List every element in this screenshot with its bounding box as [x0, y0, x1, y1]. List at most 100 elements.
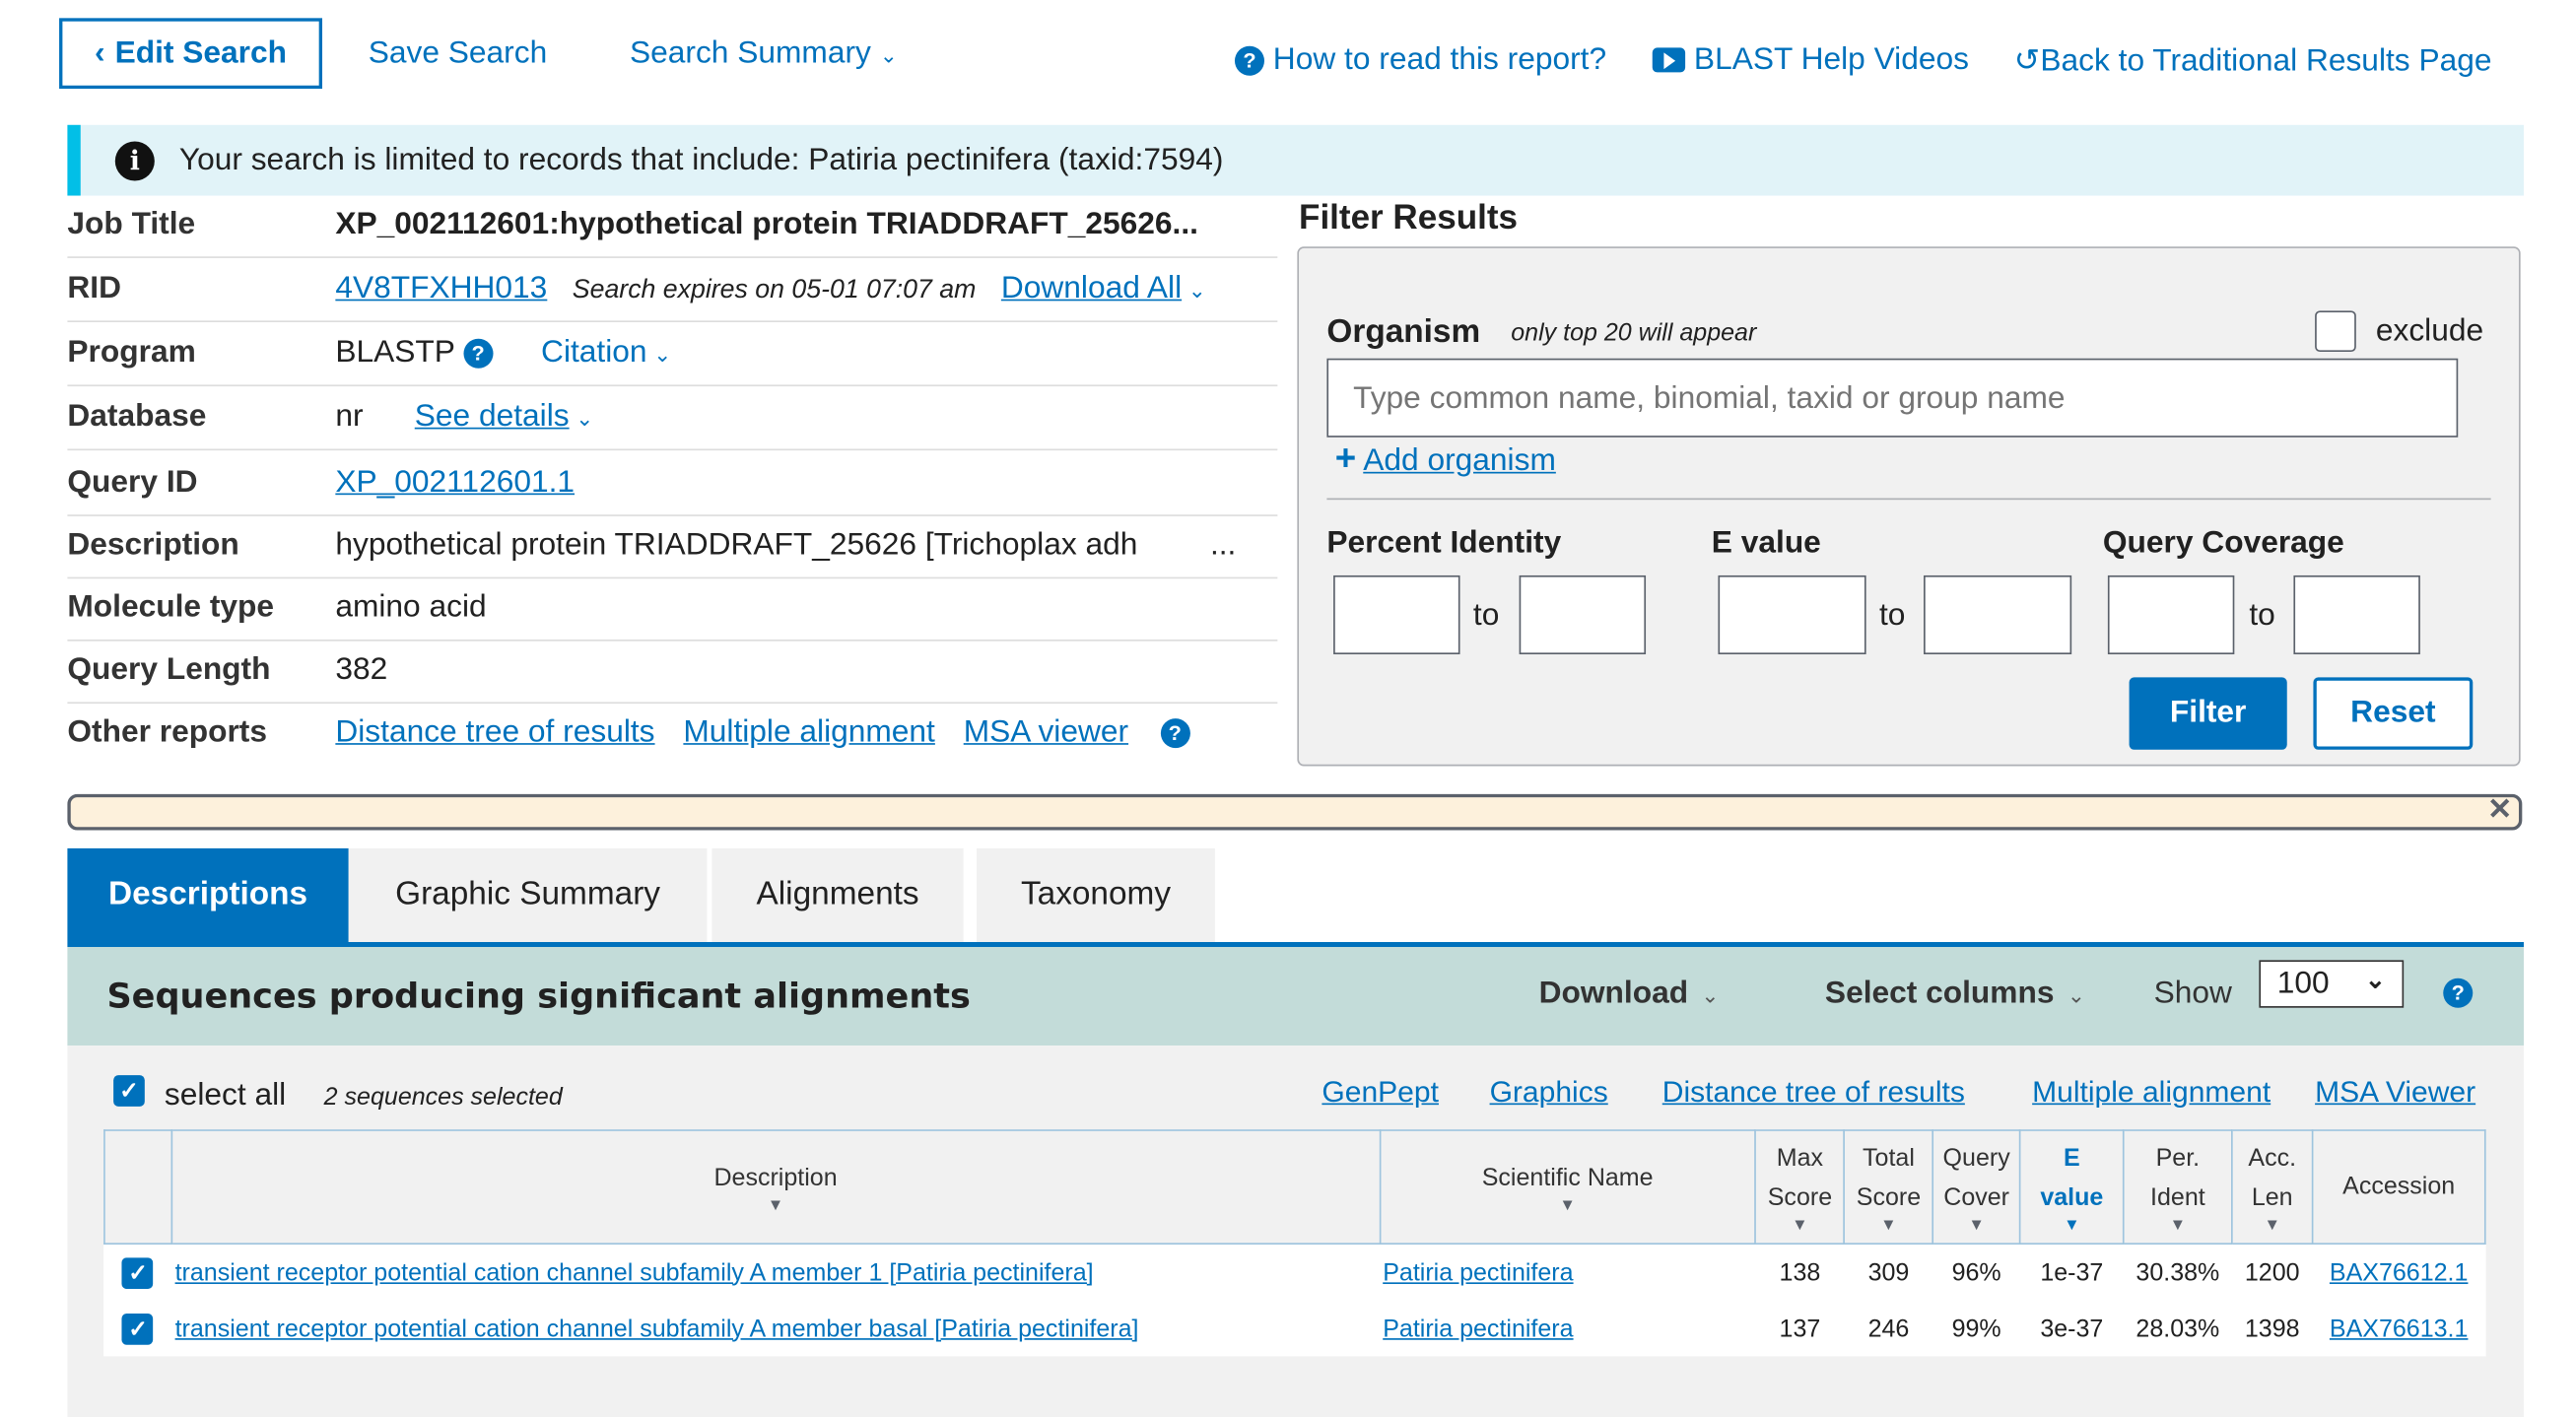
description-ellipsis[interactable]: ... [1210, 528, 1236, 565]
max-score: 137 [1779, 1314, 1821, 1343]
other-reports-row: Other reports Distance tree of results M… [67, 702, 1277, 764]
close-icon[interactable]: ✕ [2487, 792, 2512, 827]
e-value-max-input[interactable] [1924, 574, 2072, 655]
back-traditional-link[interactable]: ↺Back to Traditional Results Page [2014, 42, 2492, 80]
select-all-checkbox[interactable]: ✓ [113, 1075, 145, 1107]
organism-input[interactable]: Type common name, binomial, taxid or gro… [1326, 358, 2459, 438]
tab-alignments[interactable]: Alignments [712, 847, 964, 942]
percent-identity-min-input[interactable] [1333, 574, 1460, 655]
video-icon [1652, 48, 1686, 74]
column-header-accession[interactable]: Accession [2311, 1129, 2486, 1245]
description-row: Description hypothetical protein TRIADDR… [67, 514, 1278, 579]
results-table: Description ▼ Scientific Name ▼ Max Score ▼ … [103, 1129, 2486, 1357]
max-score: 138 [1755, 1243, 1845, 1301]
checkbox-column-header [103, 1129, 173, 1245]
scientific-name-link[interactable]: Patiria pectinifera [1383, 1315, 1573, 1342]
table-row: ✓ transient receptor potential cation ch… [103, 1243, 2485, 1301]
percent-identity-max-input[interactable] [1519, 574, 1647, 655]
info-icon: i [114, 141, 155, 181]
database-value: nr [335, 399, 364, 435]
accession-link[interactable]: BAX76612.1 [2330, 1258, 2469, 1286]
reset-button[interactable]: Reset [2313, 677, 2474, 750]
save-search-link[interactable]: Save Search [369, 36, 548, 73]
rid-link[interactable]: 4V8TFXHH013 [335, 271, 547, 305]
how-to-read-link[interactable]: ? How to read this report? [1234, 42, 1606, 79]
see-details-link[interactable]: See details [415, 399, 570, 434]
search-summary-dropdown[interactable]: Search Summary ⌄ [630, 36, 898, 73]
edit-search-button[interactable]: ‹ Edit Search [59, 18, 323, 90]
tab-descriptions[interactable]: Descriptions [67, 847, 349, 942]
genpept-link[interactable]: GenPept [1322, 1075, 1439, 1110]
column-header-acc-len[interactable]: Acc. Len ▼ [2231, 1129, 2314, 1245]
tab-graphic-summary[interactable]: Graphic Summary [348, 847, 708, 942]
search-expires: Search expires on 05-01 07:07 am [572, 276, 977, 304]
column-header-per-ident[interactable]: Per. Ident ▼ [2123, 1129, 2233, 1245]
filter-results-title: Filter Results [1299, 198, 1519, 237]
program-value: BLASTP [335, 335, 455, 371]
graphics-link[interactable]: Graphics [1490, 1075, 1608, 1110]
results-panel: ✓ select all 2 sequences selected GenPep… [67, 1046, 2524, 1417]
tab-taxonomy[interactable]: Taxonomy [977, 847, 1215, 942]
description-link[interactable]: transient receptor potential cation chan… [175, 1315, 1139, 1342]
blast-help-videos-link[interactable]: BLAST Help Videos [1652, 42, 1969, 79]
distance-tree-link[interactable]: Distance tree of results [1662, 1075, 1965, 1110]
filter-panel: Organism only top 20 will appear exclude… [1297, 246, 2521, 767]
chevron-down-icon: ⌄ [576, 406, 594, 432]
multiple-alignment-link[interactable]: Multiple alignment [2032, 1075, 2271, 1110]
scientific-name-link[interactable]: Patiria pectinifera [1383, 1258, 1573, 1286]
chevron-down-icon: ⌄ [1701, 982, 1720, 1008]
sort-arrow-icon: ▼ [2264, 1216, 2280, 1235]
add-organism-link[interactable]: + Add organism [1335, 438, 1556, 480]
divider [1326, 498, 2491, 501]
query-coverage-min-input[interactable] [2107, 574, 2235, 655]
distance-tree-link[interactable]: Distance tree of results [335, 715, 654, 750]
row-checkbox[interactable]: ✓ [122, 1313, 154, 1344]
multiple-alignment-link[interactable]: Multiple alignment [683, 715, 934, 750]
e-value-min-input[interactable] [1718, 574, 1866, 655]
rid-row: RID 4V8TFXHH013 Search expires on 05-01 … [67, 258, 1278, 323]
query-id-row: Query ID XP_002112601.1 [67, 452, 1278, 516]
accession-link[interactable]: BAX76613.1 [2330, 1315, 2469, 1342]
select-all-label[interactable]: select all [165, 1078, 286, 1114]
query-cover: 96% [1932, 1243, 2020, 1301]
download-all-link[interactable]: Download All [1001, 271, 1182, 305]
acc-len: 1398 [2244, 1314, 2300, 1343]
question-circle-icon[interactable]: ? [1160, 718, 1190, 749]
column-header-description[interactable]: Description ▼ [170, 1129, 1381, 1245]
sort-arrow-icon: ▼ [2169, 1216, 2187, 1235]
column-header-e-value[interactable]: Evalue ▼ [2019, 1129, 2125, 1245]
download-dropdown[interactable]: Download ⌄ [1539, 977, 1720, 1013]
description-link[interactable]: transient receptor potential cation chan… [175, 1258, 1094, 1286]
database-row: Database nr See details ⌄ [67, 386, 1278, 451]
e-value: 3e-37 [2040, 1314, 2104, 1343]
column-header-scientific-name[interactable]: Scientific Name ▼ [1379, 1129, 1757, 1245]
column-header-total-score[interactable]: Total Score ▼ [1843, 1129, 1934, 1245]
column-header-max-score[interactable]: Max Score ▼ [1754, 1129, 1846, 1245]
chevron-left-icon: ‹ [95, 34, 105, 70]
column-header-query-cover[interactable]: Query Cover ▼ [1932, 1129, 2021, 1245]
info-banner: i Your search is limited to records that… [67, 124, 2524, 196]
per-ident: 30.38% [2123, 1243, 2232, 1301]
plus-icon: + [1334, 437, 1357, 479]
filter-button[interactable]: Filter [2129, 677, 2287, 750]
select-columns-dropdown[interactable]: Select columns ⌄ [1825, 977, 2085, 1013]
question-circle-icon[interactable]: ? [463, 338, 494, 369]
total-score: 246 [1867, 1314, 1910, 1343]
undo-arrow-icon: ↺ [2013, 44, 2041, 80]
show-count-select[interactable]: 100 ⌄ [2259, 960, 2405, 1008]
citation-dropdown[interactable]: Citation [541, 335, 646, 370]
query-id-link[interactable]: XP_002112601.1 [335, 465, 575, 502]
msa-viewer-link[interactable]: MSA viewer [964, 715, 1128, 750]
msa-viewer-link[interactable]: MSA Viewer [2315, 1075, 2475, 1110]
sort-arrow-icon: ▼ [1968, 1216, 1985, 1235]
row-checkbox[interactable]: ✓ [122, 1256, 154, 1289]
question-circle-icon[interactable]: ? [2443, 978, 2474, 1008]
exclude-checkbox[interactable] [2315, 310, 2356, 353]
query-coverage-max-input[interactable] [2293, 574, 2420, 655]
program-row: Program BLASTP ? Citation ⌄ [67, 322, 1278, 387]
acc-len: 1200 [2231, 1243, 2313, 1301]
e-value: 1e-37 [2019, 1243, 2124, 1301]
sort-arrow-icon: ▼ [1880, 1216, 1897, 1235]
query-length-row: Query Length 382 [67, 640, 1278, 705]
table-header-row: Description ▼ Scientific Name ▼ Max Score ▼ … [103, 1129, 2486, 1245]
